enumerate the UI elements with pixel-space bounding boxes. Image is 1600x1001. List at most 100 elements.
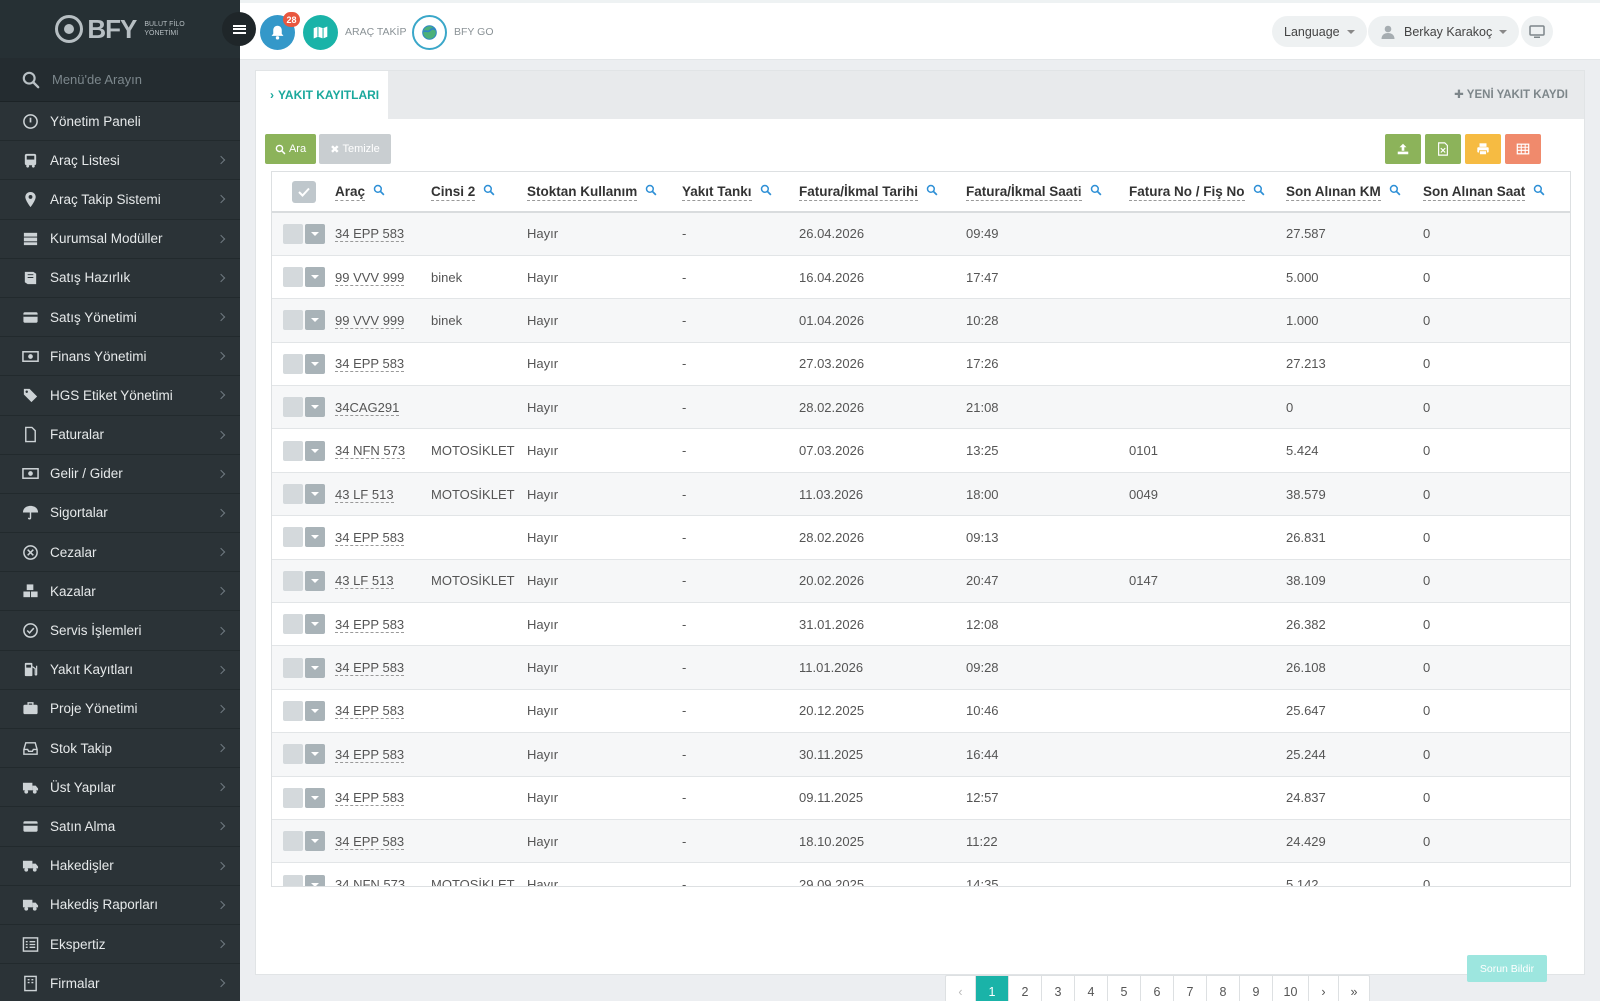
table-row[interactable]: 34 EPP 583 Hayır -28.02.2026 09:13 26.831 0 bbox=[272, 515, 1570, 560]
row-actions-dropdown[interactable] bbox=[305, 614, 325, 635]
column-header[interactable]: Fatura/İkmal Tarihi bbox=[799, 172, 966, 213]
row-actions-dropdown[interactable] bbox=[305, 787, 325, 808]
column-header[interactable]: Fatura No / Fiş No bbox=[1129, 172, 1286, 213]
notifications-button[interactable]: 28 bbox=[260, 12, 300, 50]
table-row[interactable]: 34 EPP 583 Hayır -11.01.2026 09:28 26.108 0 bbox=[272, 645, 1570, 690]
table-row[interactable]: 34 EPP 583 Hayır -09.11.2025 12:57 24.837 0 bbox=[272, 776, 1570, 820]
row-checkbox[interactable] bbox=[283, 310, 303, 331]
column-filter-search-icon[interactable] bbox=[760, 184, 772, 199]
pagination-page-1[interactable]: 1 bbox=[976, 976, 1009, 1001]
search-button[interactable]: Ara bbox=[265, 134, 316, 164]
column-header[interactable]: Yakıt Tankı bbox=[682, 172, 799, 213]
print-button[interactable] bbox=[1465, 134, 1501, 164]
column-filter-search-icon[interactable] bbox=[645, 184, 657, 199]
vehicle-plate-link[interactable]: 34 EPP 583 bbox=[335, 226, 405, 243]
sidebar-item-stok-takip[interactable]: Stok Takip bbox=[0, 729, 240, 769]
pagination-page-5[interactable]: 5 bbox=[1108, 976, 1141, 1001]
pagination-page-10[interactable]: 10 bbox=[1273, 976, 1309, 1001]
table-row[interactable]: 34 EPP 583 Hayır -27.03.2026 17:26 27.213 0 bbox=[272, 342, 1570, 387]
table-row[interactable]: 99 VVV 999 binek Hayır -16.04.2026 17:47 5.00… bbox=[272, 255, 1570, 300]
column-header-label[interactable]: Fatura/İkmal Saati bbox=[966, 183, 1082, 201]
row-actions-dropdown[interactable] bbox=[305, 310, 325, 331]
row-actions-dropdown[interactable] bbox=[305, 353, 325, 374]
table-row[interactable]: 43 LF 513 MOTOSİKLET Hayır -20.02.2026 20:47… bbox=[272, 559, 1570, 604]
pagination-page-8[interactable]: 8 bbox=[1207, 976, 1240, 1001]
row-checkbox[interactable] bbox=[283, 570, 303, 591]
hamburger-menu-button[interactable] bbox=[222, 12, 256, 46]
column-filter-search-icon[interactable] bbox=[1389, 184, 1401, 199]
pagination-next-button[interactable]: › bbox=[1309, 976, 1339, 1001]
pagination-last-button[interactable]: » bbox=[1339, 976, 1369, 1001]
vehicle-plate-link[interactable]: 43 LF 513 bbox=[335, 486, 394, 503]
tab-yakit-kayitlari[interactable]: › YAKIT KAYITLARI bbox=[256, 71, 388, 119]
column-filter-search-icon[interactable] bbox=[373, 184, 385, 199]
column-filter-search-icon[interactable] bbox=[1090, 184, 1102, 199]
report-issue-button[interactable]: Sorun Bildir bbox=[1467, 955, 1547, 982]
row-actions-dropdown[interactable] bbox=[305, 831, 325, 852]
row-checkbox[interactable] bbox=[283, 787, 303, 808]
sidebar-item-faturalar[interactable]: Faturalar bbox=[0, 416, 240, 455]
sidebar-item-finans-yönetimi[interactable]: Finans Yönetimi bbox=[0, 337, 240, 377]
column-header-label[interactable]: Fatura/İkmal Tarihi bbox=[799, 183, 919, 201]
sidebar-item-servis-i-şlemleri[interactable]: Servis İşlemleri bbox=[0, 611, 240, 651]
row-actions-dropdown[interactable] bbox=[305, 874, 325, 886]
upload-button[interactable] bbox=[1385, 134, 1421, 164]
pagination-page-2[interactable]: 2 bbox=[1009, 976, 1042, 1001]
sidebar-item-proje-yönetimi[interactable]: Proje Yönetimi bbox=[0, 690, 240, 729]
row-checkbox[interactable] bbox=[283, 527, 303, 548]
column-header[interactable]: Son Alınan KM bbox=[1286, 172, 1423, 213]
excel-export-button[interactable] bbox=[1425, 134, 1461, 164]
table-row[interactable]: 34 NFN 573 MOTOSİKLET Hayır -29.09.2025 14:3… bbox=[272, 862, 1570, 886]
row-checkbox[interactable] bbox=[283, 700, 303, 721]
arac-takip-link[interactable]: ARAÇ TAKİP bbox=[345, 26, 406, 38]
sidebar-item-ekspertiz[interactable]: Ekspertiz bbox=[0, 925, 240, 965]
sidebar-item-yakıt-kayıtları[interactable]: Yakıt Kayıtları bbox=[0, 651, 240, 690]
row-checkbox[interactable] bbox=[283, 831, 303, 852]
vehicle-plate-link[interactable]: 34 EPP 583 bbox=[335, 746, 405, 763]
sidebar-item-yönetim-paneli[interactable]: Yönetim Paneli bbox=[0, 102, 240, 142]
sidebar-item-hgs-etiket-yönetimi[interactable]: HGS Etiket Yönetimi bbox=[0, 376, 240, 416]
row-actions-dropdown[interactable] bbox=[305, 267, 325, 288]
sidebar-item-firmalar[interactable]: Firmalar bbox=[0, 964, 240, 1001]
column-header-label[interactable]: Stoktan Kullanım bbox=[527, 183, 638, 201]
row-actions-dropdown[interactable] bbox=[305, 570, 325, 591]
pagination-page-6[interactable]: 6 bbox=[1141, 976, 1174, 1001]
column-header-label[interactable]: Son Alınan Saat bbox=[1423, 183, 1526, 201]
select-all-checkbox[interactable] bbox=[292, 180, 316, 203]
row-actions-dropdown[interactable] bbox=[305, 657, 325, 678]
vehicle-plate-link[interactable]: 34 NFN 573 bbox=[335, 877, 406, 886]
row-checkbox[interactable] bbox=[283, 657, 303, 678]
row-actions-dropdown[interactable] bbox=[305, 223, 325, 244]
sidebar-item-hakedişler[interactable]: Hakedişler bbox=[0, 847, 240, 886]
vehicle-plate-link[interactable]: 99 VVV 999 bbox=[335, 269, 405, 286]
language-dropdown[interactable]: Language bbox=[1272, 16, 1367, 47]
table-row[interactable]: 34CAG291 Hayır -28.02.2026 21:08 0 0 bbox=[272, 385, 1570, 430]
sidebar-item-kurumsal-modüller[interactable]: Kurumsal Modüller bbox=[0, 220, 240, 259]
bfy-go-link[interactable]: BFY GO bbox=[454, 26, 493, 38]
new-fuel-record-button[interactable]: ✚ YENİ YAKIT KAYDI bbox=[1454, 87, 1568, 101]
row-checkbox[interactable] bbox=[283, 440, 303, 461]
table-row[interactable]: 34 NFN 573 MOTOSİKLET Hayır -07.03.2026 13:2… bbox=[272, 428, 1570, 473]
table-row[interactable]: 34 EPP 583 Hayır -30.11.2025 16:44 25.244 0 bbox=[272, 732, 1570, 777]
sidebar-item-kazalar[interactable]: Kazalar bbox=[0, 572, 240, 612]
row-checkbox[interactable] bbox=[283, 484, 303, 505]
pagination-page-9[interactable]: 9 bbox=[1240, 976, 1273, 1001]
bfy-logo[interactable]: BFY BULUT FİLO YÖNETİMİ bbox=[55, 14, 185, 45]
vehicle-plate-link[interactable]: 34 EPP 583 bbox=[335, 660, 405, 677]
column-filter-search-icon[interactable] bbox=[1253, 184, 1265, 199]
row-checkbox[interactable] bbox=[283, 874, 303, 886]
vehicle-plate-link[interactable]: 34CAG291 bbox=[335, 399, 400, 416]
vehicle-plate-link[interactable]: 34 EPP 583 bbox=[335, 833, 405, 850]
row-checkbox[interactable] bbox=[283, 223, 303, 244]
column-header[interactable]: Araç bbox=[335, 172, 431, 213]
column-header[interactable]: Stoktan Kullanım bbox=[527, 172, 682, 213]
sidebar-item-satış-hazırlık[interactable]: Satış Hazırlık bbox=[0, 259, 240, 298]
vehicle-plate-link[interactable]: 43 LF 513 bbox=[335, 573, 394, 590]
column-header[interactable]: Fatura/İkmal Saati bbox=[966, 172, 1129, 213]
row-actions-dropdown[interactable] bbox=[305, 744, 325, 765]
row-checkbox[interactable] bbox=[283, 353, 303, 374]
row-actions-dropdown[interactable] bbox=[305, 397, 325, 418]
column-header-label[interactable]: Son Alınan KM bbox=[1286, 183, 1381, 201]
table-row[interactable]: 34 EPP 583 Hayır -18.10.2025 11:22 24.429 0 bbox=[272, 819, 1570, 864]
desktop-view-button[interactable] bbox=[1521, 16, 1553, 47]
